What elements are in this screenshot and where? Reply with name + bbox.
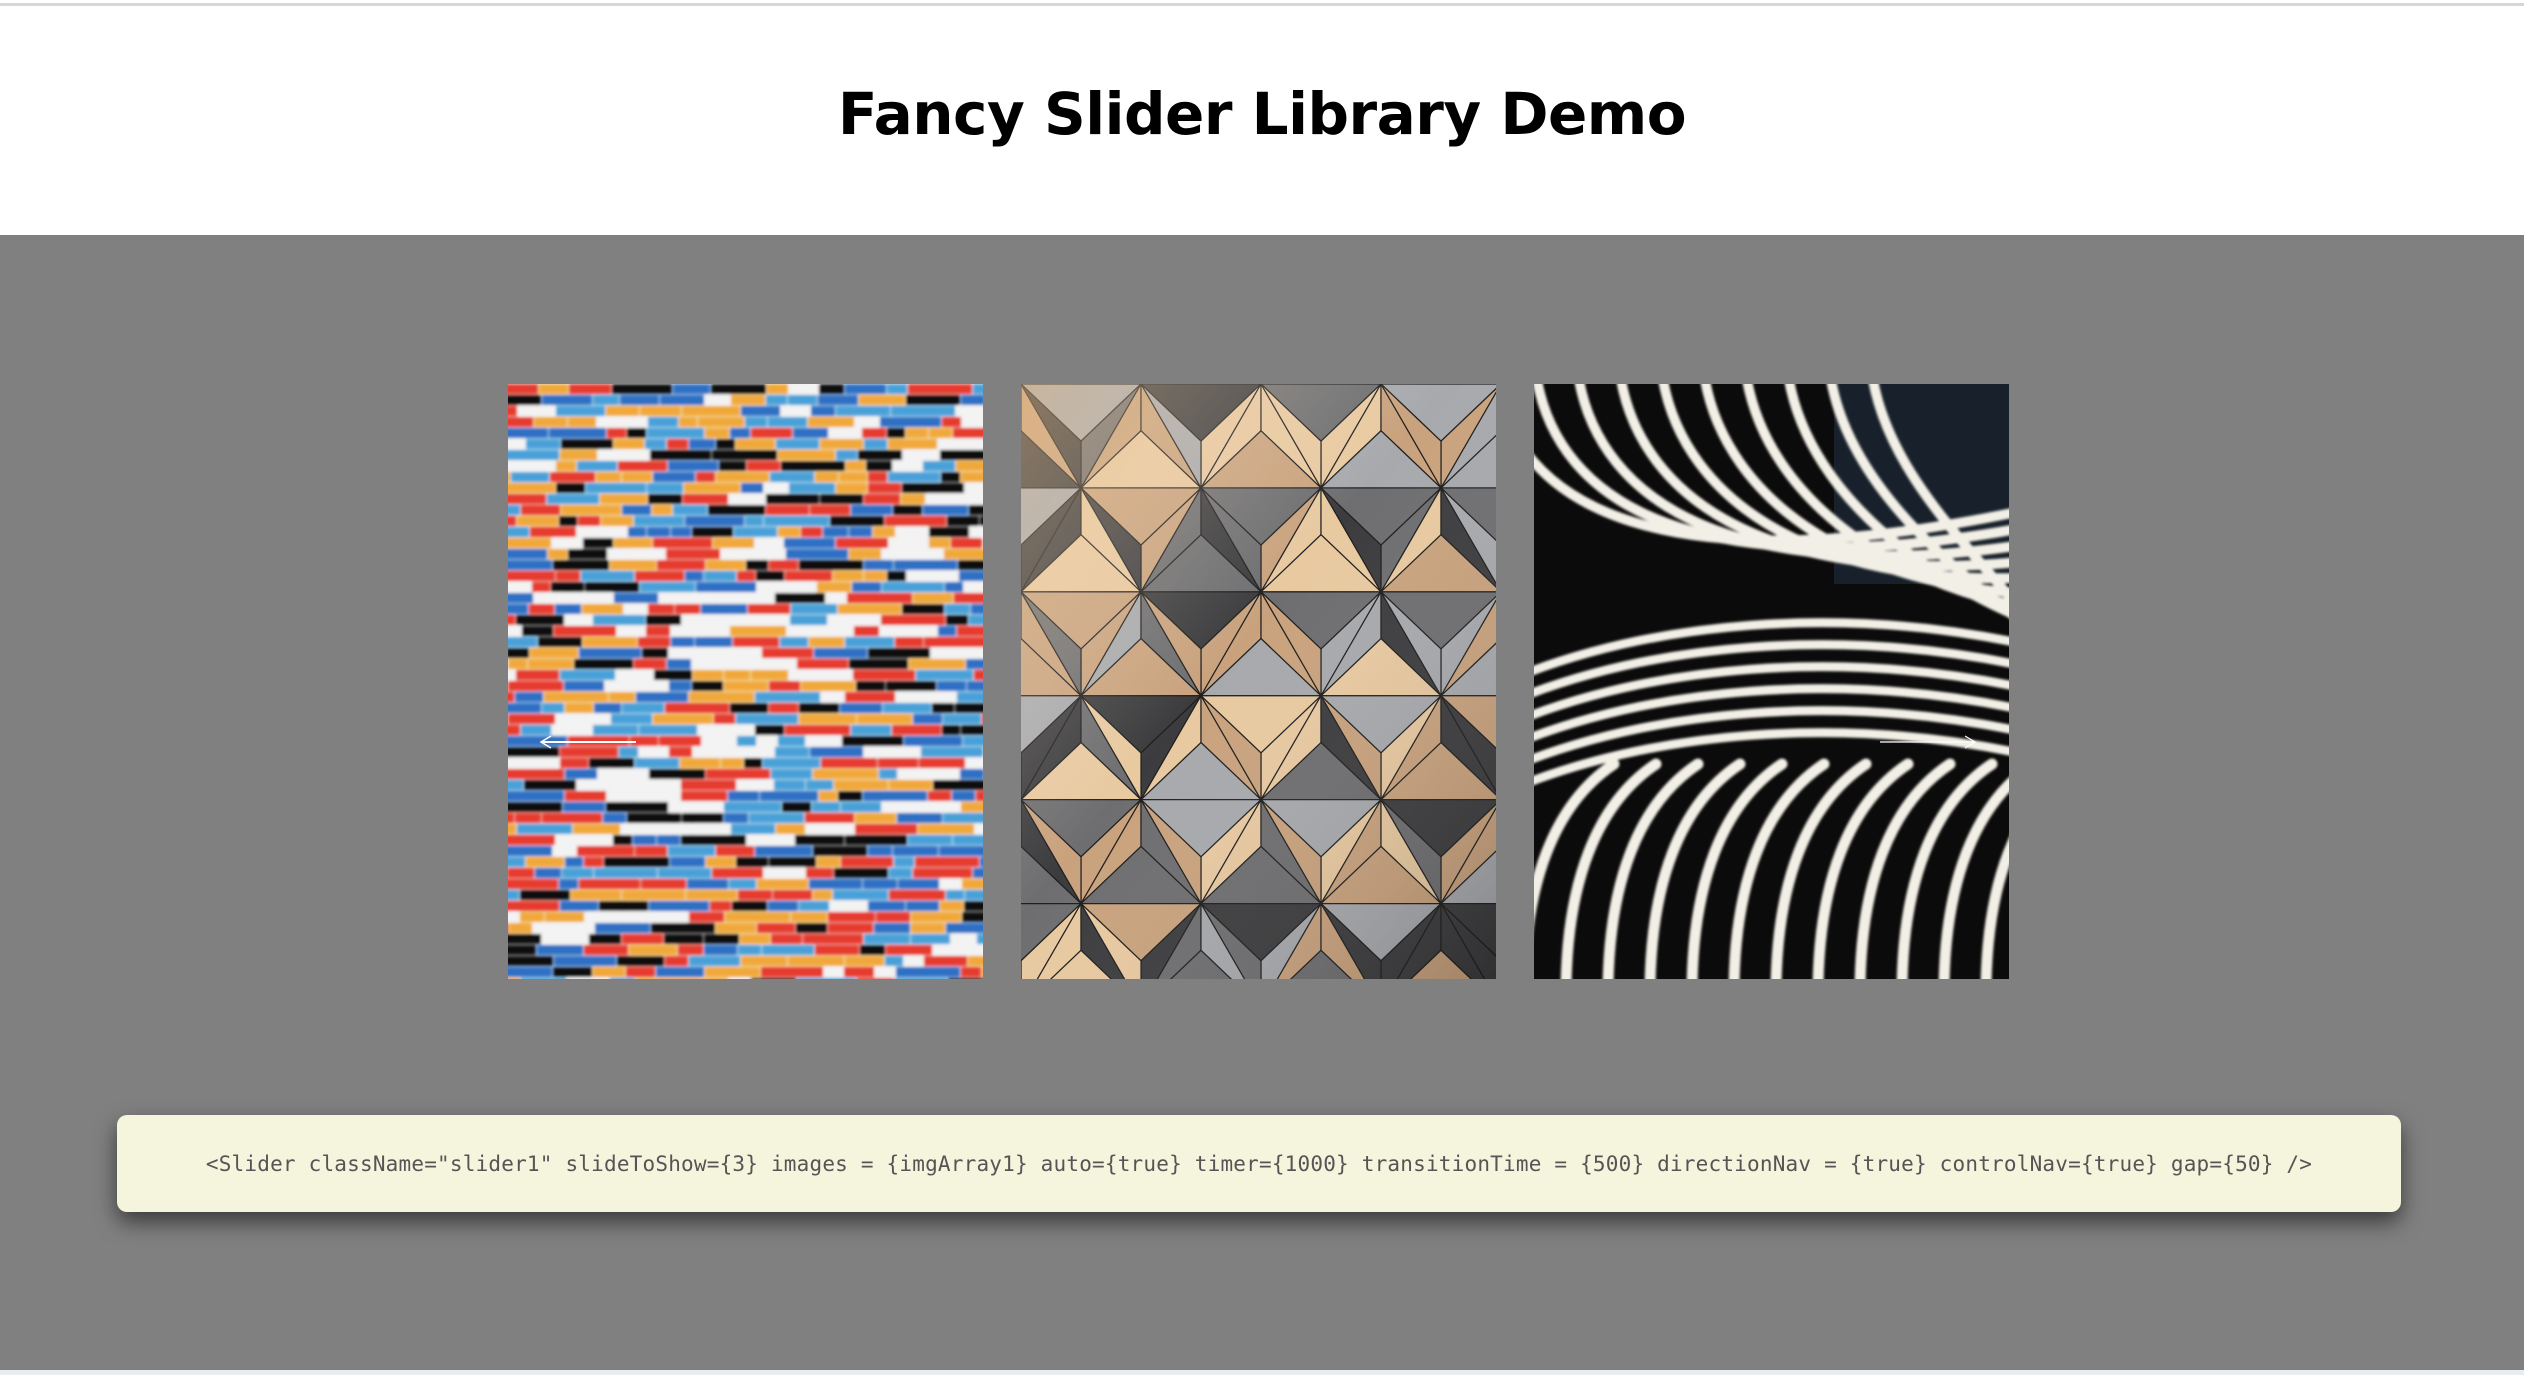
colorful-bricks-image: [508, 384, 983, 979]
arrow-right-icon: [1880, 735, 1977, 749]
geodesic-metal-image: [1021, 384, 1496, 979]
slide-3: [1534, 384, 2009, 979]
black-white-waves-image: [1534, 384, 2009, 979]
slider-stage: <Slider className="slider1" slideToShow=…: [0, 235, 2524, 1370]
bottom-strip: [0, 1370, 2524, 1375]
next-slide-button[interactable]: [1878, 730, 1978, 754]
slide-1: [508, 384, 983, 979]
page-header: Fancy Slider Library Demo: [0, 6, 2524, 235]
prev-slide-button[interactable]: [538, 730, 638, 754]
slides-track: [508, 384, 2009, 979]
code-snippet-box: <Slider className="slider1" slideToShow=…: [117, 1115, 2401, 1212]
arrow-left-icon: [539, 735, 636, 749]
code-snippet: <Slider className="slider1" slideToShow=…: [205, 1151, 2313, 1176]
page-title: Fancy Slider Library Demo: [837, 79, 1687, 148]
slide-2: [1021, 384, 1496, 979]
slider: [508, 384, 2009, 1214]
